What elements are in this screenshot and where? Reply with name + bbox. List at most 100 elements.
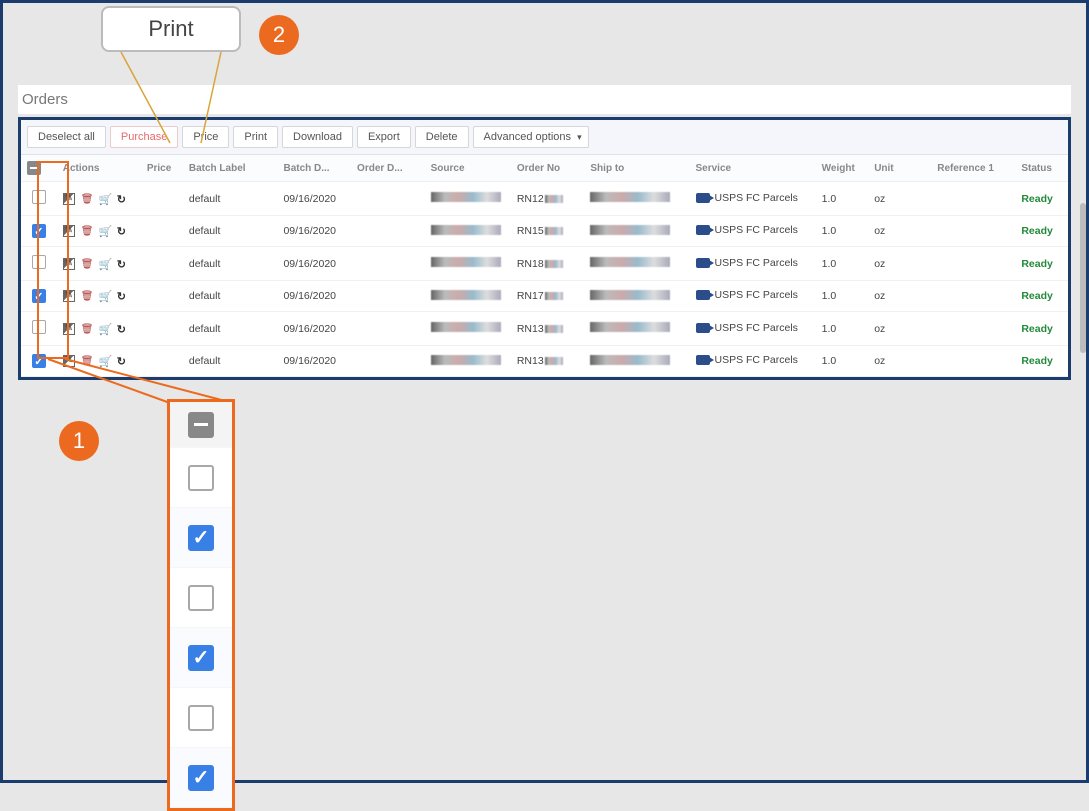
row-checkbox[interactable] bbox=[32, 190, 46, 204]
edit-icon[interactable] bbox=[63, 355, 75, 367]
cell-service: USPS FC Parcels bbox=[696, 289, 798, 301]
print-button[interactable]: Print bbox=[233, 126, 278, 148]
refresh-icon[interactable] bbox=[117, 290, 129, 302]
trash-icon[interactable] bbox=[81, 258, 93, 270]
advanced-options-label: Advanced options bbox=[484, 131, 571, 143]
zoom-checkbox-unchecked bbox=[188, 585, 214, 611]
refresh-icon[interactable] bbox=[117, 355, 129, 367]
cell-unit: oz bbox=[868, 182, 931, 216]
usps-logo-icon bbox=[696, 355, 710, 365]
col-order-date[interactable]: Order D... bbox=[351, 155, 425, 182]
zoom-checkbox-checked bbox=[188, 525, 214, 551]
refresh-icon[interactable] bbox=[117, 323, 129, 335]
edit-icon[interactable] bbox=[63, 323, 75, 335]
edit-icon[interactable] bbox=[63, 290, 75, 302]
page-title: Orders bbox=[18, 85, 1071, 114]
usps-logo-icon bbox=[696, 323, 710, 333]
refresh-icon[interactable] bbox=[117, 258, 129, 270]
table-row[interactable]: default09/16/2020RN17USPS FC Parcels1.0o… bbox=[21, 281, 1068, 312]
col-price[interactable]: Price bbox=[141, 155, 183, 182]
cell-status: Ready bbox=[1021, 258, 1053, 270]
col-weight[interactable]: Weight bbox=[816, 155, 869, 182]
trash-icon[interactable] bbox=[81, 323, 93, 335]
row-checkbox[interactable] bbox=[32, 289, 46, 303]
zoom-select-all-checkbox bbox=[188, 412, 214, 438]
cell-order-no: RN13 bbox=[511, 346, 585, 377]
export-button[interactable]: Export bbox=[357, 126, 411, 148]
col-service[interactable]: Service bbox=[690, 155, 816, 182]
redacted-shipto bbox=[590, 257, 670, 267]
orders-panel: Deselect all Purchase Price Print Downlo… bbox=[18, 117, 1071, 380]
cart-icon[interactable] bbox=[99, 323, 111, 335]
cell-unit: oz bbox=[868, 312, 931, 346]
row-checkbox[interactable] bbox=[32, 255, 46, 269]
refresh-icon[interactable] bbox=[117, 225, 129, 237]
col-source[interactable]: Source bbox=[425, 155, 511, 182]
cell-service: USPS FC Parcels bbox=[696, 322, 798, 334]
annotation-print-label: Print bbox=[101, 6, 241, 52]
edit-icon[interactable] bbox=[63, 258, 75, 270]
col-unit[interactable]: Unit bbox=[868, 155, 931, 182]
redacted-shipto bbox=[590, 355, 670, 365]
redacted-source bbox=[431, 355, 501, 365]
cell-weight: 1.0 bbox=[816, 281, 869, 312]
table-row[interactable]: default09/16/2020RN12USPS FC Parcels1.0o… bbox=[21, 182, 1068, 216]
cell-batch-label: default bbox=[183, 346, 278, 377]
col-batch-date[interactable]: Batch D... bbox=[277, 155, 351, 182]
cart-icon[interactable] bbox=[99, 258, 111, 270]
cell-unit: oz bbox=[868, 346, 931, 377]
download-button[interactable]: Download bbox=[282, 126, 353, 148]
col-status[interactable]: Status bbox=[1015, 155, 1068, 182]
cart-icon[interactable] bbox=[99, 225, 111, 237]
refresh-icon[interactable] bbox=[117, 193, 129, 205]
select-all-checkbox[interactable] bbox=[27, 161, 41, 175]
table-row[interactable]: default09/16/2020RN13USPS FC Parcels1.0o… bbox=[21, 312, 1068, 346]
redacted-shipto bbox=[590, 322, 670, 332]
trash-icon[interactable] bbox=[81, 355, 93, 367]
cell-weight: 1.0 bbox=[816, 216, 869, 247]
scrollbar[interactable] bbox=[1080, 203, 1086, 353]
cell-batch-label: default bbox=[183, 247, 278, 281]
annotation-checkbox-zoom bbox=[167, 399, 235, 811]
cart-icon[interactable] bbox=[99, 355, 111, 367]
edit-icon[interactable] bbox=[63, 193, 75, 205]
trash-icon[interactable] bbox=[81, 193, 93, 205]
table-row[interactable]: default09/16/2020RN18USPS FC Parcels1.0o… bbox=[21, 247, 1068, 281]
cell-weight: 1.0 bbox=[816, 312, 869, 346]
cell-service: USPS FC Parcels bbox=[696, 224, 798, 236]
cell-unit: oz bbox=[868, 281, 931, 312]
edit-icon[interactable] bbox=[63, 225, 75, 237]
table-row[interactable]: default09/16/2020RN13USPS FC Parcels1.0o… bbox=[21, 346, 1068, 377]
row-checkbox[interactable] bbox=[32, 224, 46, 238]
price-button[interactable]: Price bbox=[182, 126, 229, 148]
cell-batch-label: default bbox=[183, 312, 278, 346]
cell-service: USPS FC Parcels bbox=[696, 354, 798, 366]
redacted-source bbox=[431, 192, 501, 202]
usps-logo-icon bbox=[696, 193, 710, 203]
delete-button[interactable]: Delete bbox=[415, 126, 469, 148]
chevron-down-icon: ▾ bbox=[577, 132, 582, 142]
cell-service: USPS FC Parcels bbox=[696, 257, 798, 269]
cart-icon[interactable] bbox=[99, 193, 111, 205]
row-checkbox[interactable] bbox=[32, 354, 46, 368]
cell-batch-date: 09/16/2020 bbox=[277, 182, 351, 216]
redacted-shipto bbox=[590, 192, 670, 202]
col-order-no[interactable]: Order No bbox=[511, 155, 585, 182]
cell-unit: oz bbox=[868, 216, 931, 247]
col-actions[interactable]: Actions bbox=[57, 155, 141, 182]
col-batch-label[interactable]: Batch Label bbox=[183, 155, 278, 182]
cell-order-no: RN18 bbox=[511, 247, 585, 281]
col-ship-to[interactable]: Ship to bbox=[584, 155, 689, 182]
row-checkbox[interactable] bbox=[32, 320, 46, 334]
zoom-checkbox-checked bbox=[188, 765, 214, 791]
trash-icon[interactable] bbox=[81, 225, 93, 237]
col-reference1[interactable]: Reference 1 bbox=[931, 155, 1015, 182]
redacted-shipto bbox=[590, 290, 670, 300]
deselect-all-button[interactable]: Deselect all bbox=[27, 126, 106, 148]
purchase-button[interactable]: Purchase bbox=[110, 126, 178, 148]
trash-icon[interactable] bbox=[81, 290, 93, 302]
table-row[interactable]: default09/16/2020RN15USPS FC Parcels1.0o… bbox=[21, 216, 1068, 247]
advanced-options-button[interactable]: Advanced options ▾ bbox=[473, 126, 589, 148]
cart-icon[interactable] bbox=[99, 290, 111, 302]
orders-table: Actions Price Batch Label Batch D... Ord… bbox=[21, 155, 1068, 377]
